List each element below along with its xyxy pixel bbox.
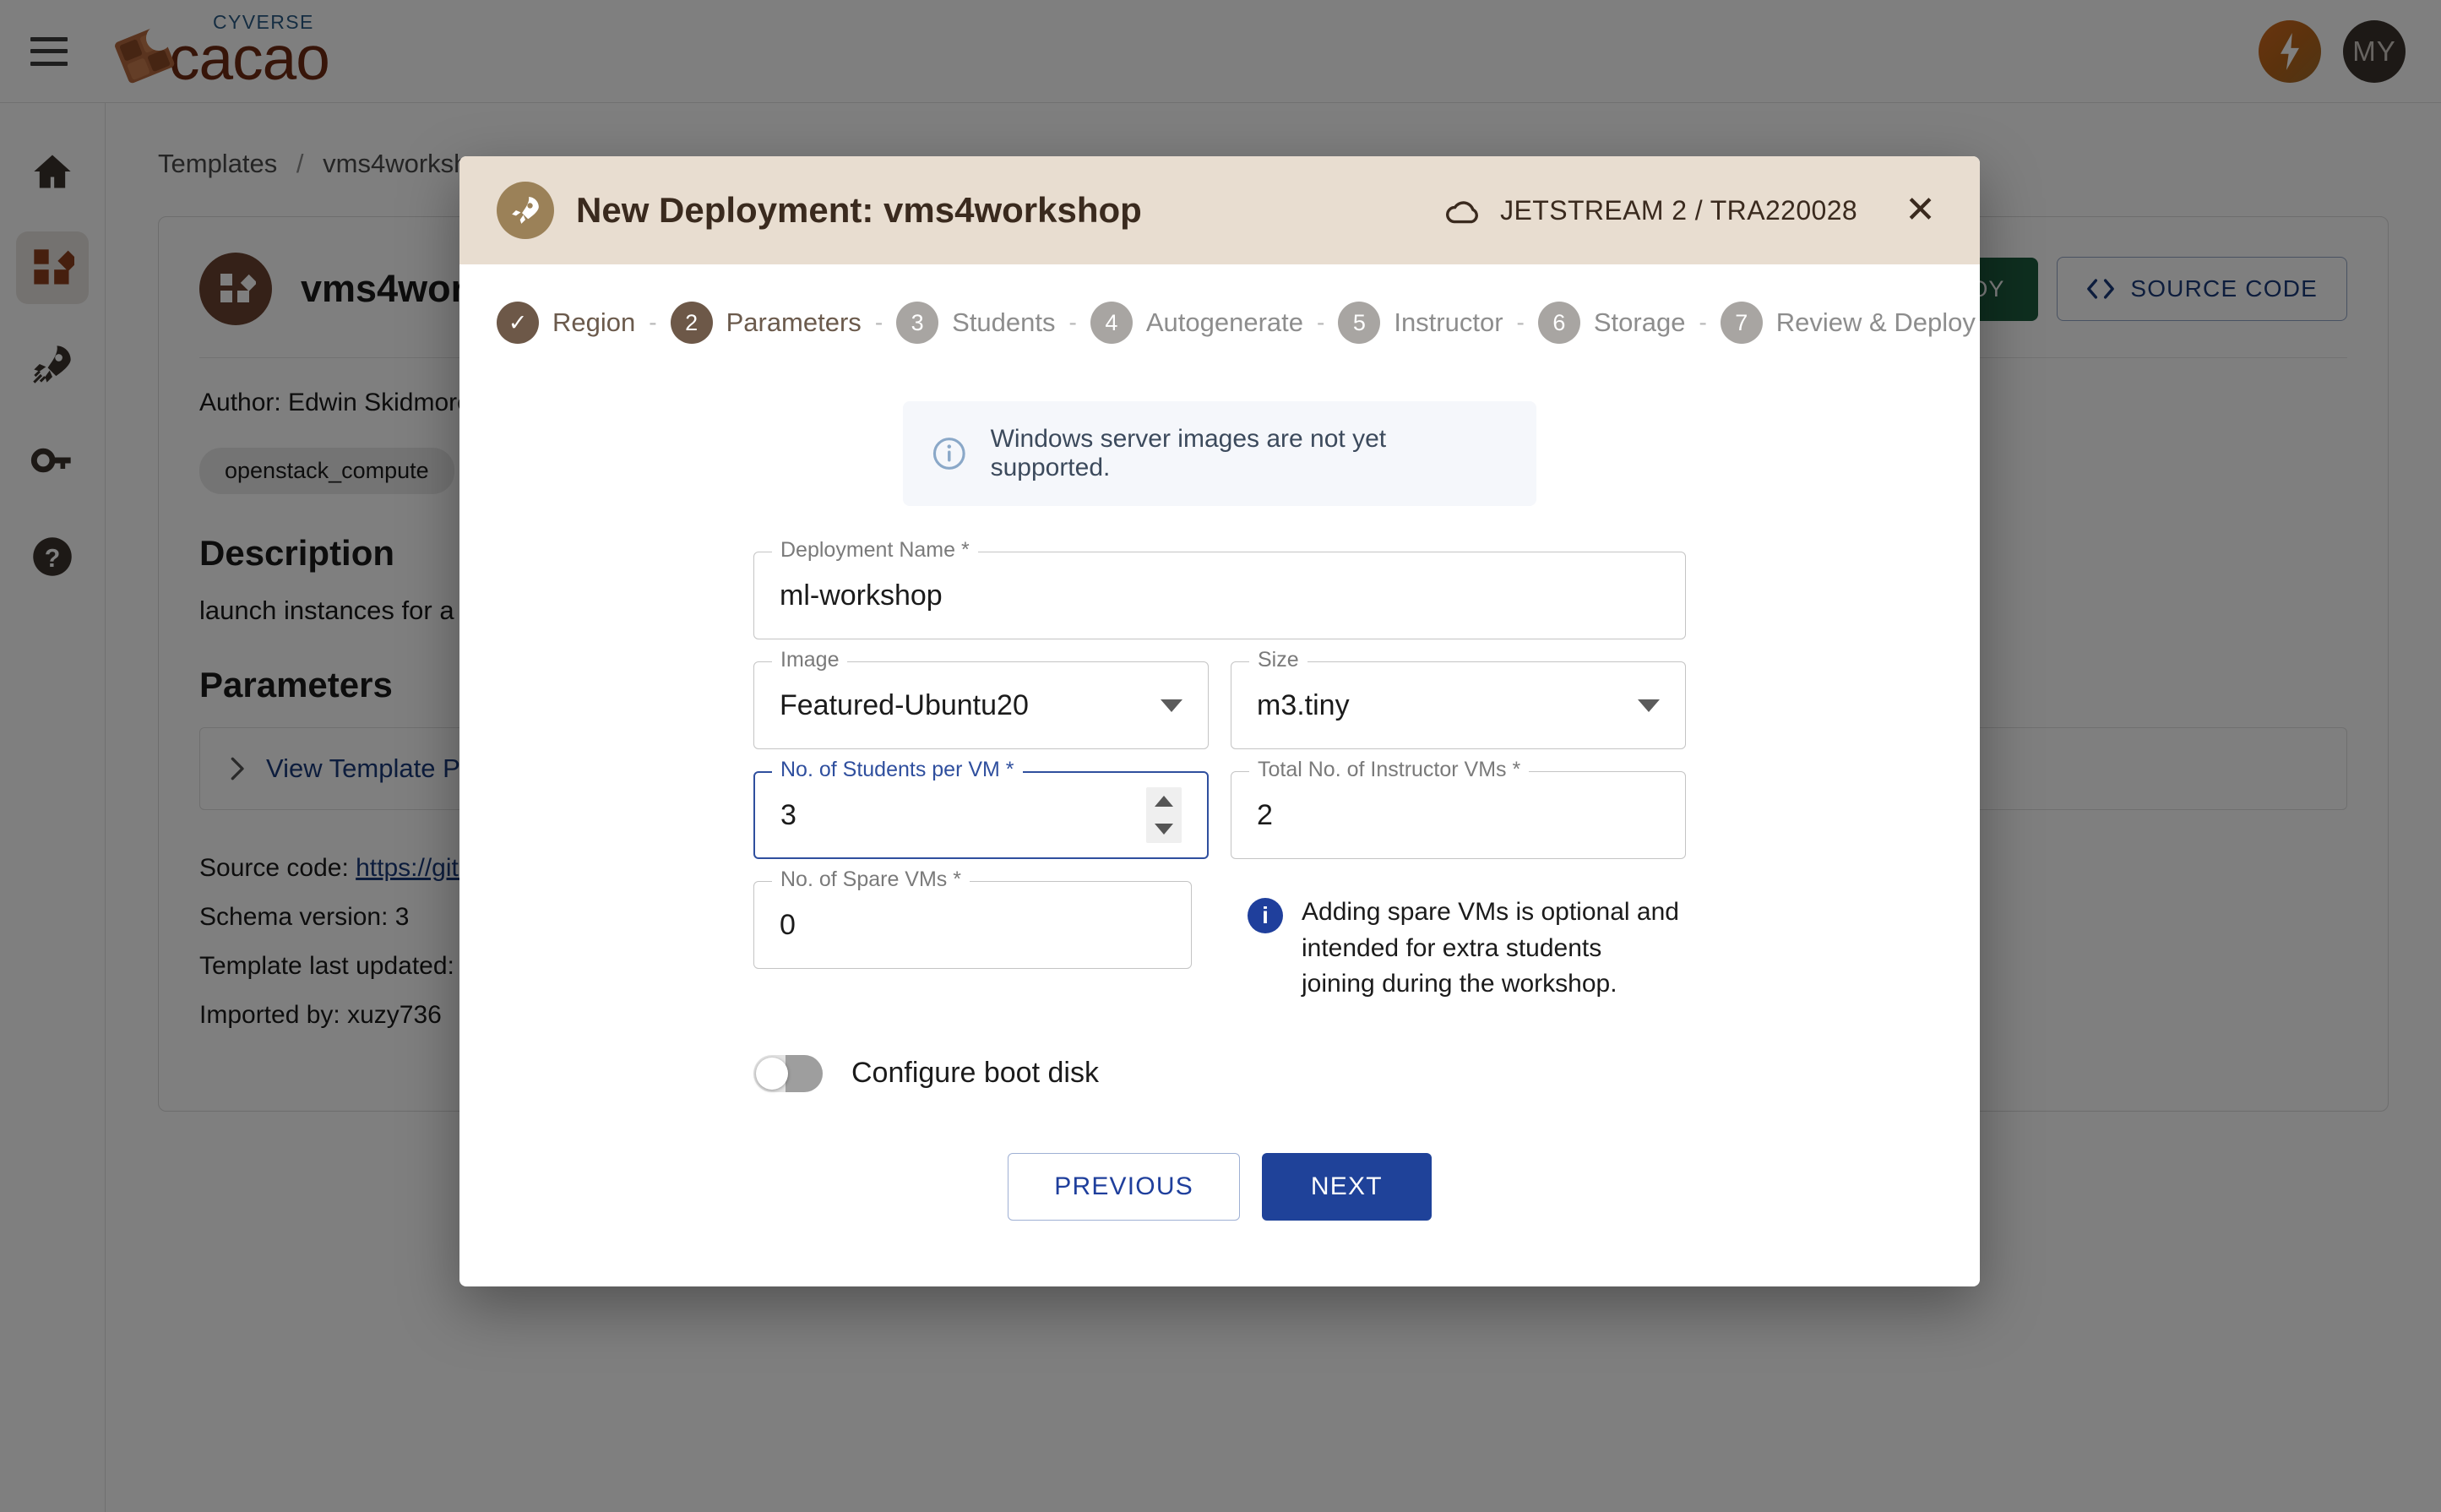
form-row-spare: No. of Spare VMs * 0 i Adding spare VMs …: [753, 867, 1686, 1003]
step-separator: -: [1317, 309, 1325, 335]
size-select-value: m3.tiny: [1257, 688, 1350, 721]
step-autogenerate[interactable]: 4 Autogenerate: [1090, 302, 1303, 344]
field-label: No. of Students per VM *: [772, 758, 1023, 782]
dialog-rocket-badge: [497, 182, 554, 239]
toggle-track: [786, 1054, 823, 1092]
field-label: Total No. of Instructor VMs *: [1249, 758, 1530, 782]
dialog-header: New Deployment: vms4workshop JETSTREAM 2…: [459, 156, 1980, 264]
step-marker: 5: [1338, 302, 1381, 344]
dialog-footer: PREVIOUS NEXT: [459, 1092, 1980, 1286]
spare-vms-field[interactable]: No. of Spare VMs * 0: [753, 867, 1192, 1003]
step-parameters[interactable]: 2 Parameters: [670, 302, 862, 344]
toggle-knob: [756, 1057, 788, 1090]
windows-unsupported-banner: Windows server images are not yet suppor…: [903, 401, 1536, 506]
instructor-vms-field[interactable]: Total No. of Instructor VMs * 2: [1231, 758, 1686, 859]
parameters-form: Deployment Name * ml-workshop Image Feat…: [753, 538, 1686, 1092]
deployment-name-input[interactable]: ml-workshop: [780, 579, 943, 612]
step-review-deploy[interactable]: 7 Review & Deploy: [1720, 302, 1976, 344]
field-label: No. of Spare VMs *: [772, 867, 970, 892]
field-label: Image: [772, 648, 848, 672]
dialog-region-label: JETSTREAM 2 / TRA220028: [1500, 194, 1858, 226]
form-row-name: Deployment Name * ml-workshop: [753, 538, 1686, 639]
chevron-down-icon[interactable]: [1161, 699, 1182, 712]
stepper-down-icon[interactable]: [1155, 824, 1173, 835]
step-label: Review & Deploy: [1775, 307, 1976, 337]
new-deployment-dialog: New Deployment: vms4workshop JETSTREAM 2…: [459, 156, 1980, 1286]
step-label: Region: [552, 307, 636, 337]
students-per-vm-field[interactable]: No. of Students per VM * 3: [753, 758, 1209, 859]
image-select-value: Featured-Ubuntu20: [780, 688, 1029, 721]
deployment-name-field[interactable]: Deployment Name * ml-workshop: [753, 538, 1686, 639]
step-marker: 2: [670, 302, 713, 344]
info-circle-icon: [932, 438, 965, 470]
field-label: Size: [1249, 648, 1307, 672]
wizard-stepper: ✓ Region - 2 Parameters - 3 Students - 4…: [459, 264, 1980, 344]
info-icon: i: [1248, 898, 1283, 933]
spare-vms-input[interactable]: 0: [780, 909, 796, 942]
dialog-title: New Deployment: vms4workshop: [576, 190, 1142, 230]
step-students[interactable]: 3 Students: [896, 302, 1056, 344]
step-marker: 7: [1720, 302, 1763, 344]
dialog-header-right: JETSTREAM 2 / TRA220028 ✕: [1444, 192, 1943, 229]
step-separator: -: [874, 309, 883, 335]
step-separator: -: [649, 309, 657, 335]
students-per-vm-input[interactable]: 3: [780, 799, 796, 832]
configure-boot-disk-toggle[interactable]: [753, 1054, 823, 1092]
step-label: Parameters: [726, 307, 862, 337]
step-marker: 4: [1090, 302, 1133, 344]
next-button[interactable]: NEXT: [1261, 1152, 1432, 1221]
step-region[interactable]: ✓ Region: [497, 302, 635, 344]
banner-text: Windows server images are not yet suppor…: [990, 425, 1387, 481]
stepper-up-icon[interactable]: [1155, 796, 1173, 807]
dialog-body: Windows server images are not yet suppor…: [459, 344, 1980, 1092]
form-row-image-size: Image Featured-Ubuntu20 Size m3.tiny: [753, 648, 1686, 749]
configure-boot-disk-label: Configure boot disk: [851, 1057, 1099, 1090]
step-label: Storage: [1593, 307, 1686, 337]
previous-button[interactable]: PREVIOUS: [1008, 1152, 1240, 1221]
chevron-down-icon[interactable]: [1638, 699, 1660, 712]
step-label: Instructor: [1394, 307, 1503, 337]
boot-disk-toggle-row: Configure boot disk: [753, 1054, 1686, 1092]
step-label: Students: [952, 307, 1056, 337]
step-label: Autogenerate: [1145, 307, 1303, 337]
instructor-vms-input[interactable]: 2: [1257, 799, 1273, 832]
step-instructor[interactable]: 5 Instructor: [1338, 302, 1503, 344]
rocket-icon: [512, 197, 539, 224]
spare-vms-hint: i Adding spare VMs is optional and inten…: [1214, 881, 1686, 1003]
size-select-field[interactable]: Size m3.tiny: [1231, 648, 1686, 749]
step-separator: -: [1516, 309, 1525, 335]
step-separator: -: [1068, 309, 1077, 335]
field-label: Deployment Name *: [772, 538, 978, 563]
number-stepper[interactable]: [1146, 787, 1182, 843]
step-marker: 3: [896, 302, 939, 344]
step-marker: ✓: [497, 302, 539, 344]
close-icon[interactable]: ✕: [1898, 192, 1943, 229]
image-select-field[interactable]: Image Featured-Ubuntu20: [753, 648, 1209, 749]
spare-vms-hint-text: Adding spare VMs is optional and intende…: [1302, 898, 1679, 998]
form-row-counts: No. of Students per VM * 3 Total No. of …: [753, 758, 1686, 859]
cloud-icon: [1446, 201, 1479, 224]
step-marker: 6: [1537, 302, 1580, 344]
step-separator: -: [1699, 309, 1707, 335]
step-storage[interactable]: 6 Storage: [1537, 302, 1686, 344]
